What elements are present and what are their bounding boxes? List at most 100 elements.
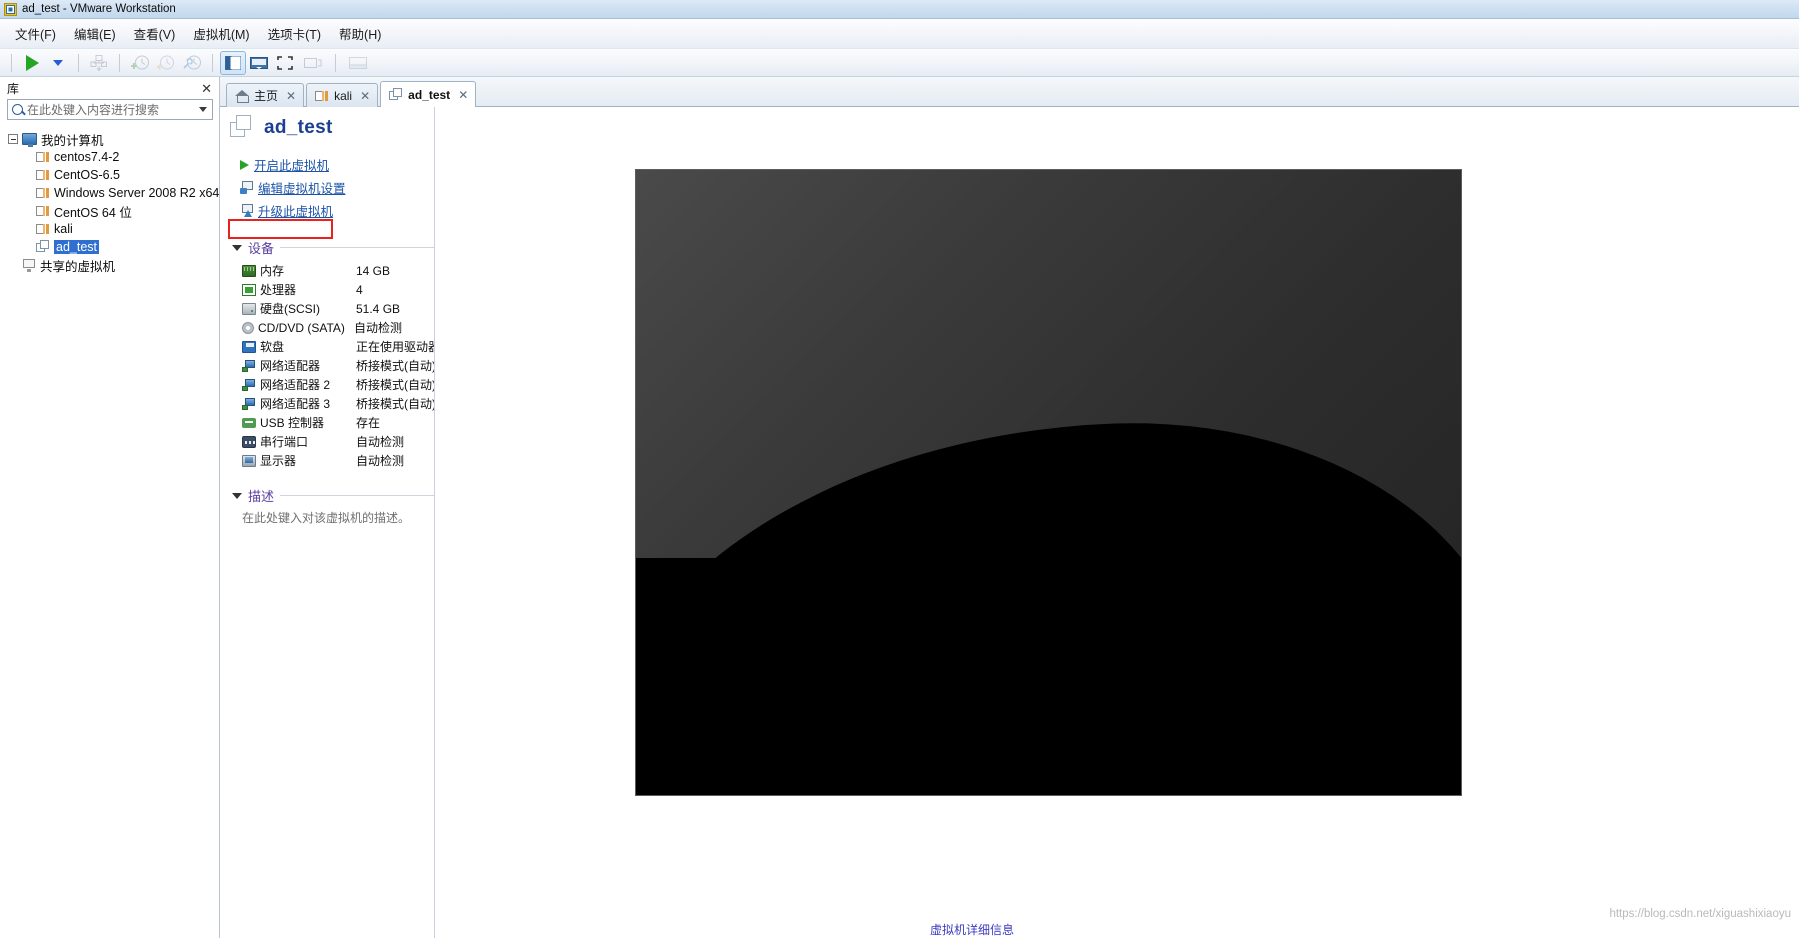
section-title: 描述 bbox=[248, 489, 275, 504]
device-value: 正在使用驱动器 ... bbox=[356, 340, 434, 354]
tab-label: ad_test bbox=[408, 87, 451, 102]
toolbar-separator bbox=[11, 53, 12, 72]
snapshot-revert-icon bbox=[156, 55, 174, 70]
tab-label: kali bbox=[334, 88, 353, 103]
vm-screen-preview[interactable] bbox=[635, 169, 1462, 796]
close-icon[interactable]: ✕ bbox=[286, 90, 296, 102]
search-placeholder: 在此处键入内容进行搜索 bbox=[27, 103, 160, 117]
highlight-annotation-box bbox=[228, 219, 333, 239]
snapshot-add-icon bbox=[131, 55, 149, 69]
vm-icon bbox=[36, 204, 50, 218]
search-input[interactable]: 在此处键入内容进行搜索 bbox=[7, 99, 213, 120]
menu-edit[interactable]: 编辑(E) bbox=[65, 20, 125, 47]
description-section-header[interactable]: 描述 bbox=[228, 486, 434, 505]
unity-mode-button[interactable] bbox=[298, 51, 328, 75]
device-row-network-2[interactable]: 网络适配器 2 桥接模式(自动) bbox=[228, 375, 434, 394]
device-row-display[interactable]: 显示器 自动检测 bbox=[228, 451, 434, 470]
tree-item-centos74[interactable]: centos7.4-2 bbox=[0, 148, 219, 166]
device-value: 桥接模式(自动) bbox=[356, 397, 434, 411]
tree-item-ad-test[interactable]: ad_test bbox=[0, 238, 219, 256]
device-row-floppy[interactable]: 软盘 正在使用驱动器 ... bbox=[228, 337, 434, 356]
action-link-label: 编辑虚拟机设置 bbox=[258, 182, 346, 196]
device-row-cdrom[interactable]: CD/DVD (SATA) 自动检测 bbox=[228, 318, 434, 337]
devices-section-header[interactable]: 设备 bbox=[228, 238, 434, 257]
device-row-usb[interactable]: USB 控制器 存在 bbox=[228, 413, 434, 432]
power-dropdown-button[interactable] bbox=[45, 51, 71, 75]
device-row-network-1[interactable]: 网络适配器 桥接模式(自动) bbox=[228, 356, 434, 375]
chevron-down-icon[interactable] bbox=[199, 107, 207, 112]
revert-snapshot-button[interactable] bbox=[153, 51, 179, 75]
cdrom-icon bbox=[242, 321, 254, 334]
chevron-down-icon bbox=[53, 59, 63, 66]
device-row-harddisk[interactable]: 硬盘(SCSI) 51.4 GB bbox=[228, 299, 434, 318]
take-snapshot-button[interactable] bbox=[127, 51, 153, 75]
network-icon bbox=[242, 397, 256, 410]
unity-mode-icon bbox=[304, 57, 322, 68]
tree-item-label: centos7.4-2 bbox=[54, 150, 120, 164]
display-icon bbox=[242, 454, 256, 467]
menu-vm[interactable]: 虚拟机(M) bbox=[184, 20, 258, 47]
vm-icon bbox=[36, 186, 50, 200]
device-row-serial[interactable]: 串行端口 自动检测 bbox=[228, 432, 434, 451]
tree-item-kali[interactable]: kali bbox=[0, 220, 219, 238]
vm-icon-plain bbox=[389, 87, 403, 102]
device-row-network-3[interactable]: 网络适配器 3 桥接模式(自动) bbox=[228, 394, 434, 413]
menu-help[interactable]: 帮助(H) bbox=[330, 20, 390, 47]
close-icon[interactable]: ✕ bbox=[360, 90, 370, 102]
tree-item-shared-vms[interactable]: 共享的虚拟机 bbox=[0, 256, 219, 274]
upgrade-vm-link[interactable]: 升级此虚拟机 bbox=[228, 199, 434, 222]
device-value: 桥接模式(自动) bbox=[356, 378, 434, 392]
device-value: 自动检测 bbox=[356, 435, 405, 449]
snapshot-manage-icon bbox=[90, 54, 107, 71]
collapse-icon[interactable] bbox=[8, 134, 18, 144]
chevron-down-icon[interactable] bbox=[232, 492, 242, 499]
tab-kali[interactable]: kali ✕ bbox=[306, 83, 379, 107]
menu-file[interactable]: 文件(F) bbox=[6, 20, 65, 47]
vm-title-row: ad_test bbox=[228, 115, 434, 141]
chevron-down-icon[interactable] bbox=[232, 244, 242, 251]
device-value: 自动检测 bbox=[354, 321, 403, 335]
section-title: 设备 bbox=[248, 241, 275, 256]
power-on-vm-link[interactable]: 开启此虚拟机 bbox=[228, 153, 434, 176]
section-divider bbox=[280, 247, 434, 248]
device-name: 处理器 bbox=[260, 283, 297, 297]
snapshot-manager-button[interactable] bbox=[179, 51, 205, 75]
close-icon[interactable]: ✕ bbox=[198, 81, 215, 96]
tree-item-win2008[interactable]: Windows Server 2008 R2 x64 bbox=[0, 184, 219, 202]
device-name: CD/DVD (SATA) bbox=[258, 320, 345, 335]
tree-item-label: 我的计算机 bbox=[41, 133, 104, 148]
device-name: 串行端口 bbox=[260, 435, 309, 449]
toolbar-separator bbox=[212, 53, 213, 72]
tab-strip: 主页 ✕ kali ✕ ad_test ✕ bbox=[220, 77, 1799, 107]
main-toolbar bbox=[0, 49, 1799, 77]
manage-snapshot-button[interactable] bbox=[86, 51, 112, 75]
tree-item-centos65[interactable]: CentOS-6.5 bbox=[0, 166, 219, 184]
library-header: 库 ✕ bbox=[0, 77, 219, 99]
menu-view[interactable]: 查看(V) bbox=[125, 20, 185, 47]
power-on-button[interactable] bbox=[19, 51, 45, 75]
sidebar-panel-icon bbox=[225, 55, 241, 70]
page-title: ad_test bbox=[264, 117, 333, 138]
network-icon bbox=[242, 359, 256, 372]
vm-preview-column: 虚拟机详细信息 https://blog.csdn.net/xiguashixi… bbox=[435, 107, 1799, 938]
play-triangle-icon bbox=[25, 54, 39, 71]
device-row-processor[interactable]: 处理器 4 bbox=[228, 280, 434, 299]
console-view-icon bbox=[250, 56, 268, 69]
tab-home[interactable]: 主页 ✕ bbox=[226, 83, 305, 107]
description-placeholder[interactable]: 在此处键入对该虚拟机的描述。 bbox=[228, 509, 434, 526]
menu-tabs[interactable]: 选项卡(T) bbox=[259, 20, 330, 47]
watermark-text: https://blog.csdn.net/xiguashixiaoyu bbox=[1609, 908, 1791, 920]
menu-bar: 文件(F) 编辑(E) 查看(V) 虚拟机(M) 选项卡(T) 帮助(H) bbox=[0, 19, 1799, 49]
close-icon[interactable]: ✕ bbox=[458, 89, 468, 101]
device-row-memory[interactable]: 内存 14 GB bbox=[228, 261, 434, 280]
edit-vm-settings-link[interactable]: 编辑虚拟机设置 bbox=[228, 176, 434, 199]
show-library-button[interactable] bbox=[220, 50, 246, 75]
tree-item-my-computer[interactable]: 我的计算机 bbox=[0, 130, 219, 148]
tree-item-centos64[interactable]: CentOS 64 位 bbox=[0, 202, 219, 220]
tree-item-label: CentOS 64 位 bbox=[54, 205, 132, 220]
thumbnail-bar-button[interactable] bbox=[343, 51, 373, 75]
vm-details-footer-label: 虚拟机详细信息 bbox=[930, 923, 1015, 937]
fullscreen-button[interactable] bbox=[272, 51, 298, 75]
tab-ad-test[interactable]: ad_test ✕ bbox=[380, 81, 477, 107]
show-console-view-button[interactable] bbox=[246, 51, 272, 75]
